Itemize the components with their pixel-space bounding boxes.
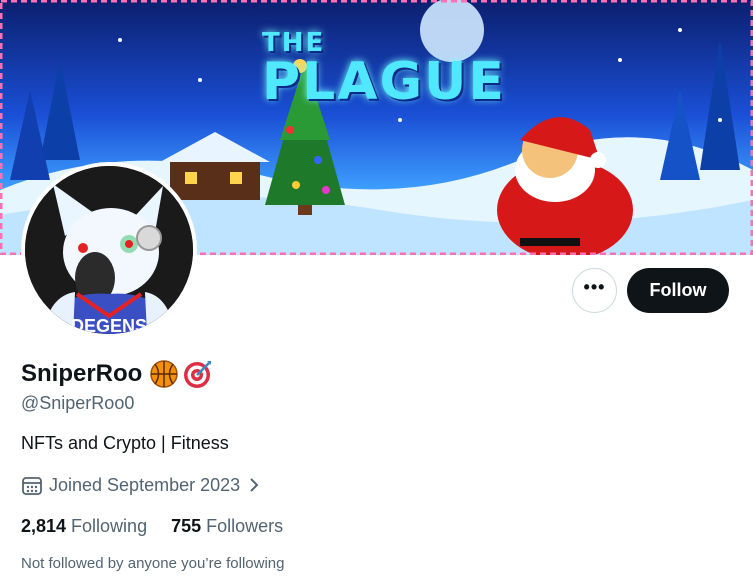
not-followed-notice: Not followed by anyone you’re following [21,555,285,572]
calendar-icon [22,477,42,495]
basketball-emoji [150,360,179,388]
banner-title-line2: PLAGUE [262,52,506,112]
avatar-image: DEGENS [25,166,193,334]
avatar-jersey-text: DEGENS [71,316,147,334]
bullseye-emoji [184,361,212,388]
profile-handle: @SniperRoo0 [21,393,135,413]
banner-title: THE PLAGUE [262,28,506,112]
followers-link[interactable]: 755 Followers [171,516,283,537]
more-options-button[interactable]: ••• [572,268,617,313]
followers-count: 755 [171,516,202,536]
followers-label: Followers [206,516,284,536]
display-name: SniperRoo [21,360,143,387]
following-link[interactable]: 2,814 Following [21,516,147,537]
avatar-illustration: DEGENS [25,166,193,334]
chevron-right-icon [250,478,259,492]
joined-date[interactable]: Joined September 2023 [21,474,260,496]
follow-button[interactable]: Follow [627,268,729,313]
display-name-row: SniperRoo [21,359,213,389]
following-count: 2,814 [21,516,67,536]
follow-stats: 2,814 Following 755 Followers [21,516,307,537]
following-label: Following [71,516,148,536]
avatar[interactable]: DEGENS [21,162,197,338]
ellipsis-icon: ••• [583,276,606,297]
joined-text: Joined September 2023 [49,474,241,495]
profile-bio: NFTs and Crypto | Fitness [21,433,229,453]
